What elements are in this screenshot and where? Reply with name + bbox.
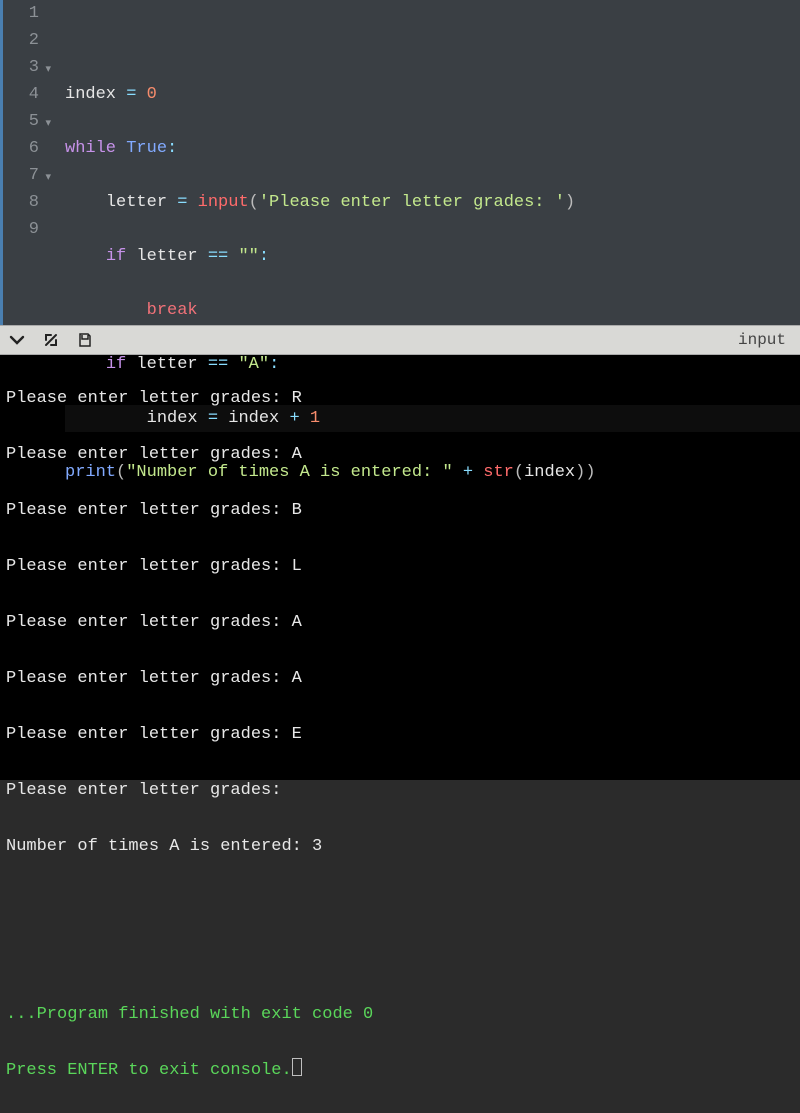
line-number: 8 — [3, 189, 39, 216]
console-exit-status: ...Program finished with exit code 0 — [6, 1001, 794, 1029]
console-line: Please enter letter grades: — [6, 777, 794, 805]
code-line[interactable]: break — [65, 297, 800, 324]
code-editor[interactable]: 1 2 3 4 5 6 7 8 9 index = 0 while True: … — [0, 0, 800, 325]
save-icon[interactable] — [76, 331, 94, 349]
line-number: 2 — [3, 27, 39, 54]
console-prompt: Press ENTER to exit console. — [6, 1057, 794, 1085]
code-line[interactable]: if letter == "": — [65, 243, 800, 270]
line-number[interactable]: 3 — [3, 54, 39, 81]
console-line: Number of times A is entered: 3 — [6, 833, 794, 861]
line-number: 6 — [3, 135, 39, 162]
line-number-gutter: 1 2 3 4 5 6 7 8 9 — [3, 0, 47, 325]
code-line[interactable] — [65, 27, 800, 54]
code-line[interactable]: if letter == "A": — [65, 351, 800, 378]
console-line: Please enter letter grades: A — [6, 609, 794, 637]
cursor-icon — [292, 1058, 302, 1076]
chevron-down-icon[interactable] — [8, 331, 26, 349]
console-line: Please enter letter grades: E — [6, 721, 794, 749]
line-number: 9 — [3, 216, 39, 243]
console-line: Please enter letter grades: A — [6, 665, 794, 693]
line-number[interactable]: 7 — [3, 162, 39, 189]
code-line[interactable]: index = 0 — [65, 81, 800, 108]
line-number: 1 — [3, 0, 39, 27]
line-number[interactable]: 5 — [3, 108, 39, 135]
line-number: 4 — [3, 81, 39, 108]
console-line: Please enter letter grades: L — [6, 553, 794, 581]
code-line[interactable]: while True: — [65, 135, 800, 162]
expand-icon[interactable] — [42, 331, 60, 349]
code-area[interactable]: index = 0 while True: letter = input('Pl… — [47, 0, 800, 325]
input-label: input — [738, 331, 792, 349]
code-line[interactable]: letter = input('Please enter letter grad… — [65, 189, 800, 216]
